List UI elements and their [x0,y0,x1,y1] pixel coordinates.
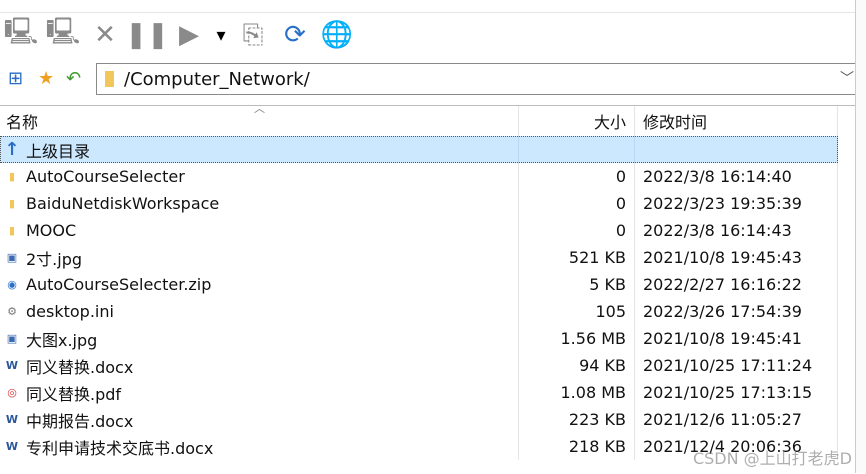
file-size: 1.56 MB [518,325,634,352]
globe-icon[interactable]: 🌐 [320,18,354,52]
address-bar: ⊞ ★ ↶ /Computer_Network/ ﹀ [0,60,861,100]
file-row[interactable]: ◉ AutoCourseSelecter.zip 5 KB 2022/2/27 16:… [0,271,856,298]
watermark: CSDN @上山打老虎D [692,449,852,468]
file-size: 94 KB [518,352,634,379]
file-modified: 2021/10/8 19:45:43 [634,244,838,271]
file-name: AutoCourseSelecter [26,167,185,186]
file-size: 105 [518,298,634,325]
path-text: /Computer_Network/ [124,68,310,90]
scrollbar[interactable] [855,0,866,473]
transfer-icon[interactable]: ⎘ [236,18,270,52]
file-size: 0 [518,190,634,217]
folder-icon: ▮ [8,170,16,183]
refresh-icon[interactable]: ⟳ [278,18,312,52]
file-name: 同义替换.docx [26,357,134,377]
file-name: 中期报告.docx [26,411,134,431]
word-file-icon: W [5,440,19,453]
file-modified: 2022/3/8 16:14:40 [634,163,838,190]
bookmark-star-icon[interactable]: ★ [38,68,54,89]
settings-file-icon: ⚙ [7,305,17,318]
file-modified: 2021/10/25 17:11:24 [634,352,838,379]
file-name: 同义替换.pdf [26,384,122,404]
file-name: AutoCourseSelecter.zip [26,275,212,294]
column-modified[interactable]: 修改时间 [634,106,838,136]
folder-icon: ▮ [8,197,16,210]
up-arrow-icon: ↑ [4,139,20,160]
file-size: 0 [518,217,634,244]
file-row[interactable]: ▣ 2寸.jpg 521 KB 2021/10/8 19:45:43 [0,244,856,271]
sort-ascending-icon: ︿ [254,102,265,115]
file-row[interactable]: ⚙ desktop.ini 105 2022/3/26 17:54:39 [0,298,856,325]
file-row[interactable]: W 中期报告.docx 223 KB 2021/12/6 11:05:27 [0,406,856,433]
file-name: 专利申请技术交底书.docx [26,438,214,458]
tree-icon[interactable]: ⊞ [8,68,23,89]
parent-directory-row[interactable]: ↑ 上级目录 [0,136,838,163]
path-input[interactable]: /Computer_Network/ ﹀ [96,63,861,95]
image-file-icon: ▣ [6,251,18,264]
file-modified: 2021/10/25 17:13:15 [634,379,838,406]
dropdown-arrow-icon[interactable]: ▾ [214,18,228,52]
word-file-icon: W [5,359,19,372]
file-modified: 2022/3/23 19:35:39 [634,190,838,217]
toolbar: 🖳 🖳 ✕ ❚❚ ▶ ▾ ⎘ ⟳ 🌐 [0,12,860,57]
file-row[interactable]: ▮ BaiduNetdiskWorkspace 0 2022/3/23 19:35:3… [0,190,856,217]
stop-icon[interactable]: ✕ [88,18,122,52]
file-modified: 2022/3/26 17:54:39 [634,298,838,325]
file-modified: 2022/3/8 16:14:43 [634,217,838,244]
connect-icon[interactable]: 🖳 [4,17,39,52]
parent-label: 上级目录 [26,141,91,161]
word-file-icon: W [5,413,19,426]
file-size: 1.08 MB [518,379,634,406]
file-list: ︿ 名称 大小 修改时间 ↑ 上级目录 ▮ AutoCourseSelecter 0 2… [0,102,856,474]
list-header: ︿ 名称 大小 修改时间 [0,102,856,136]
image-file-icon: ▣ [6,332,18,345]
file-row[interactable]: ▮ MOOC 0 2022/3/8 16:14:43 [0,217,856,244]
file-modified: 2022/2/27 16:16:22 [634,271,838,298]
play-icon[interactable]: ▶ [172,18,206,52]
file-modified: 2021/12/6 11:05:27 [634,406,838,433]
disconnect-icon[interactable]: 🖳 [46,17,81,52]
file-row[interactable]: ◎ 同义替换.pdf 1.08 MB 2021/10/25 17:13:15 [0,379,856,406]
file-size: 5 KB [518,271,634,298]
file-size: 223 KB [518,406,634,433]
file-name: desktop.ini [26,302,114,321]
file-modified: 2021/10/8 19:45:41 [634,325,838,352]
file-name: BaiduNetdiskWorkspace [26,194,220,213]
chrome-pdf-icon: ◎ [7,386,17,399]
folder-icon: ▮ [8,224,16,237]
file-row[interactable]: ▮ AutoCourseSelecter 0 2022/3/8 16:14:40 [0,163,856,190]
file-size: 218 KB [518,433,634,460]
folder-icon [105,71,114,87]
back-arrow-icon[interactable]: ↶ [66,68,81,89]
file-row[interactable]: W 同义替换.docx 94 KB 2021/10/25 17:11:24 [0,352,856,379]
file-row[interactable]: ▣ 大图x.jpg 1.56 MB 2021/10/8 19:45:41 [0,325,856,352]
file-name: 2寸.jpg [26,249,83,269]
pause-icon[interactable]: ❚❚ [125,18,169,52]
file-name: 大图x.jpg [26,330,98,350]
chevron-down-icon[interactable]: ﹀ [840,68,854,88]
file-size: 0 [518,163,634,190]
zip-file-icon: ◉ [7,278,17,291]
file-name: MOOC [26,221,77,240]
column-size[interactable]: 大小 [518,106,634,136]
file-size: 521 KB [518,244,634,271]
